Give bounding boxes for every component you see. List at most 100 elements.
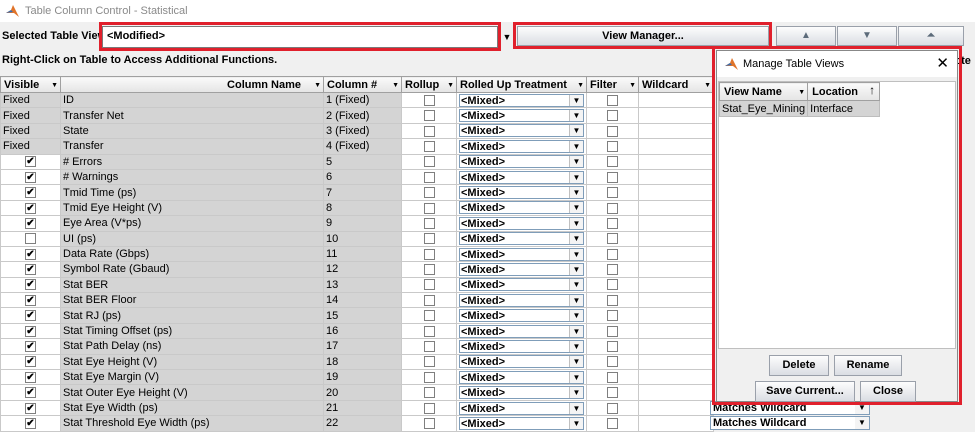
treatment-cell[interactable]: <Mixed> ▼	[456, 369, 587, 386]
wildcard-combo[interactable]: Matches Wildcard ▼	[710, 401, 870, 415]
filter-cell[interactable]	[586, 107, 639, 124]
treatment-cell[interactable]: <Mixed> ▼	[456, 384, 587, 401]
header-rollup[interactable]: Rollup ▼	[401, 76, 457, 93]
wildcard-cell[interactable]	[638, 230, 714, 247]
filter-cell[interactable]	[586, 276, 639, 294]
table-row[interactable]: ✔ Tmid Eye Height (V) 8 <Mixed> ▼	[0, 199, 714, 217]
table-row[interactable]: Fixed ID 1 (Fixed) <Mixed> ▼	[0, 91, 714, 109]
treatment-cell[interactable]: <Mixed> ▼	[456, 353, 587, 371]
filter-cell[interactable]	[586, 353, 639, 371]
filter-checkbox[interactable]	[607, 217, 618, 229]
visible-cell[interactable]: ✔	[0, 338, 61, 355]
table-row[interactable]: ✔ Stat Eye Height (V) 18 <Mixed> ▼	[0, 353, 714, 371]
rollup-cell[interactable]	[401, 122, 457, 140]
filter-cell[interactable]	[586, 261, 639, 278]
treatment-combo[interactable]: <Mixed> ▼	[459, 93, 584, 107]
header-column-name[interactable]: Column Name ▼	[60, 76, 324, 93]
wildcard-cell[interactable]	[638, 338, 714, 355]
treatment-combo[interactable]: <Mixed> ▼	[459, 247, 584, 261]
filter-checkbox[interactable]	[607, 125, 618, 137]
visible-checkbox[interactable]: ✔	[25, 402, 36, 414]
visible-cell[interactable]: ✔	[0, 369, 61, 386]
filter-cell[interactable]	[586, 292, 639, 309]
wildcard-combo[interactable]: Matches Wildcard ▼	[710, 416, 870, 430]
wildcard-cell[interactable]	[638, 215, 714, 232]
filter-cell[interactable]	[586, 153, 639, 170]
rollup-cell[interactable]	[401, 399, 457, 417]
move-top-button[interactable]: ⏶	[898, 26, 964, 46]
table-row[interactable]: Fixed Transfer Net 2 (Fixed) <Mixed> ▼	[0, 107, 714, 124]
header-view-name[interactable]: View Name ▼	[718, 82, 809, 101]
visible-cell[interactable]: ✔	[0, 384, 61, 401]
header-wildcard[interactable]: Wildcard ▼	[638, 76, 714, 93]
filter-checkbox[interactable]	[607, 156, 618, 168]
rollup-checkbox[interactable]	[423, 341, 435, 353]
visible-cell[interactable]: ✔	[0, 245, 61, 263]
rollup-checkbox[interactable]	[423, 156, 435, 168]
rollup-checkbox[interactable]	[423, 248, 435, 260]
wildcard-cell[interactable]	[638, 261, 714, 278]
visible-checkbox[interactable]: ✔	[25, 371, 36, 383]
rollup-cell[interactable]	[401, 168, 457, 186]
rollup-checkbox[interactable]	[423, 356, 435, 368]
treatment-combo[interactable]: <Mixed> ▼	[459, 155, 584, 169]
filter-checkbox[interactable]	[607, 202, 618, 214]
visible-checkbox[interactable]: ✔	[25, 279, 36, 291]
filter-cell[interactable]	[586, 122, 639, 140]
header-filter[interactable]: Filter ▼	[586, 76, 639, 93]
table-row[interactable]: ✔ Stat Timing Offset (ps) 16 <Mixed> ▼	[0, 322, 714, 340]
treatment-cell[interactable]: <Mixed> ▼	[456, 415, 587, 432]
visible-cell[interactable]: ✔	[0, 292, 61, 309]
treatment-cell[interactable]: <Mixed> ▼	[456, 261, 587, 278]
filter-cell[interactable]	[586, 307, 639, 324]
treatment-cell[interactable]: <Mixed> ▼	[456, 168, 587, 186]
header-rolled-up-treatment[interactable]: Rolled Up Treatment ▼	[456, 76, 587, 93]
filter-checkbox[interactable]	[607, 187, 618, 199]
wildcard-cell[interactable]	[638, 307, 714, 324]
dropdown-arrow-icon[interactable]: ▼	[500, 26, 514, 48]
treatment-combo[interactable]: <Mixed> ▼	[459, 170, 584, 184]
visible-checkbox[interactable]: ✔	[25, 187, 36, 199]
wildcard-cell[interactable]	[638, 276, 714, 294]
table-row[interactable]: ✔ Symbol Rate (Gbaud) 12 <Mixed> ▼	[0, 261, 714, 278]
rollup-checkbox[interactable]	[423, 233, 435, 245]
visible-checkbox[interactable]: ✔	[25, 356, 36, 368]
rollup-cell[interactable]	[401, 215, 457, 232]
visible-checkbox[interactable]: ✔	[25, 248, 36, 260]
rollup-cell[interactable]	[401, 153, 457, 170]
visible-cell[interactable]: ✔	[0, 153, 61, 170]
visible-cell[interactable]: ✔	[0, 399, 61, 417]
rename-button[interactable]: Rename	[834, 355, 902, 376]
visible-checkbox[interactable]: ✔	[25, 171, 36, 183]
wildcard-cell[interactable]	[638, 184, 714, 201]
filter-cell[interactable]	[586, 230, 639, 247]
filter-checkbox[interactable]	[607, 264, 618, 276]
filter-checkbox[interactable]	[607, 310, 618, 322]
rollup-cell[interactable]	[401, 369, 457, 386]
treatment-combo[interactable]: <Mixed> ▼	[459, 401, 584, 415]
rollup-checkbox[interactable]	[423, 387, 435, 399]
rollup-checkbox[interactable]	[423, 171, 435, 183]
visible-checkbox[interactable]: ✔	[25, 294, 36, 306]
table-row[interactable]: ✔ Stat Threshold Eye Width (ps) 22 <Mixed> ▼	[0, 415, 714, 432]
filter-cell[interactable]	[586, 384, 639, 401]
treatment-cell[interactable]: <Mixed> ▼	[456, 292, 587, 309]
rollup-cell[interactable]	[401, 322, 457, 340]
filter-checkbox[interactable]	[607, 387, 618, 399]
treatment-cell[interactable]: <Mixed> ▼	[456, 122, 587, 140]
treatment-combo[interactable]: <Mixed> ▼	[459, 139, 584, 153]
treatment-cell[interactable]: <Mixed> ▼	[456, 276, 587, 294]
filter-cell[interactable]	[586, 168, 639, 186]
visible-checkbox[interactable]: ✔	[25, 341, 36, 353]
rollup-checkbox[interactable]	[423, 110, 435, 122]
visible-checkbox[interactable]: ✔	[25, 387, 36, 399]
treatment-combo[interactable]: <Mixed> ▼	[459, 124, 584, 138]
filter-cell[interactable]	[586, 245, 639, 263]
rollup-cell[interactable]	[401, 384, 457, 401]
filter-checkbox[interactable]	[607, 110, 618, 122]
filter-checkbox[interactable]	[607, 279, 618, 291]
header-column-number[interactable]: Column # ▼	[323, 76, 402, 93]
treatment-combo[interactable]: <Mixed> ▼	[459, 201, 584, 215]
table-row[interactable]: ✔ Stat BER Floor 14 <Mixed> ▼	[0, 292, 714, 309]
selected-table-view-field[interactable]: <Modified>	[102, 26, 498, 48]
